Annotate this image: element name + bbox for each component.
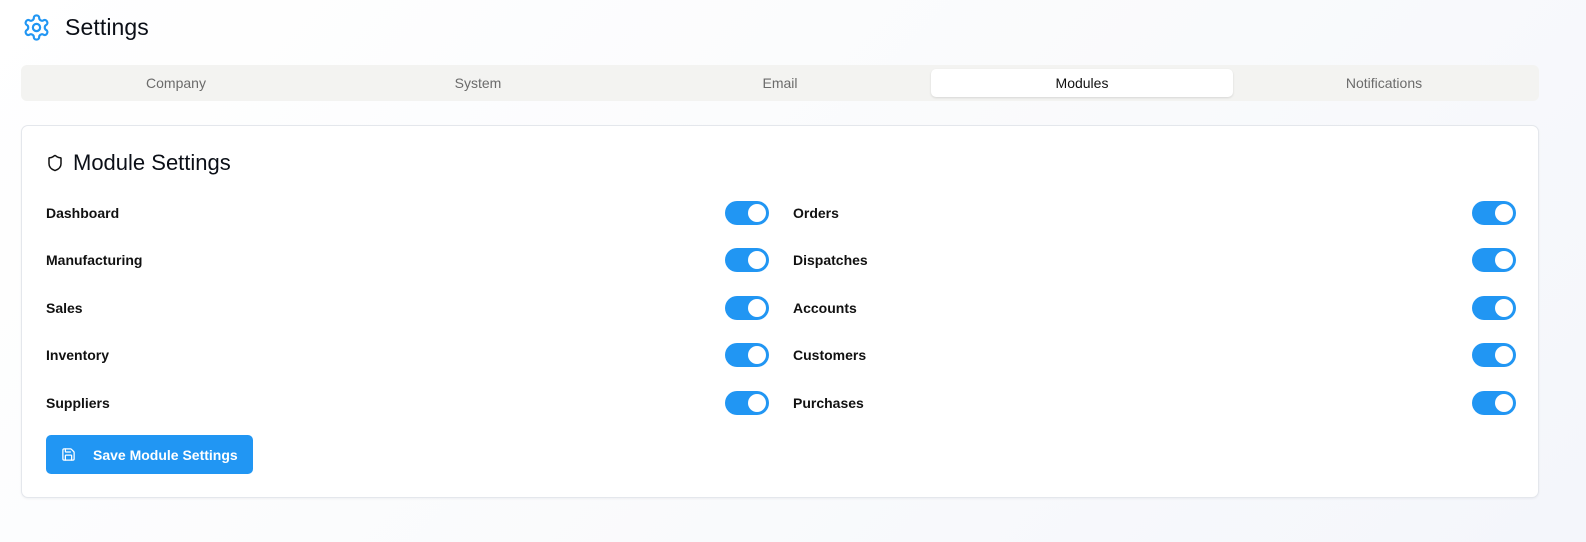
page-title: Settings: [65, 13, 149, 40]
module-label: Manufacturing: [46, 252, 143, 269]
toggle-suppliers[interactable]: [725, 390, 769, 415]
toggle-knob: [748, 393, 766, 412]
toggle-inventory[interactable]: [725, 343, 769, 368]
toggle-accounts[interactable]: [1472, 295, 1516, 320]
module-label: Customers: [793, 347, 867, 364]
settings-tabs: Company System Email Modules Notificatio…: [21, 65, 1539, 101]
settings-page: Settings Company System Email Modules No…: [0, 0, 1586, 542]
module-row-accounts: Accounts: [793, 284, 1516, 332]
card-header: Module Settings: [46, 148, 231, 178]
toggle-dashboard[interactable]: [725, 200, 769, 225]
tab-system[interactable]: System: [327, 69, 629, 97]
toggle-knob: [748, 346, 766, 365]
toggle-orders[interactable]: [1472, 200, 1516, 225]
toggle-knob: [748, 298, 766, 317]
module-label: Orders: [793, 204, 839, 221]
tab-company[interactable]: Company: [25, 69, 327, 97]
module-label: Accounts: [793, 299, 857, 316]
toggle-customers[interactable]: [1472, 343, 1516, 368]
save-icon: [62, 448, 75, 461]
module-toggle-grid: Dashboard Manufacturing Sales Inventory …: [46, 189, 1516, 427]
modules-right-column: Orders Dispatches Accounts Customers Pur…: [793, 189, 1516, 427]
toggle-sales[interactable]: [725, 295, 769, 320]
module-label: Purchases: [793, 394, 864, 411]
module-row-inventory: Inventory: [46, 332, 769, 380]
module-label: Dispatches: [793, 252, 868, 269]
module-row-purchases: Purchases: [793, 379, 1516, 427]
toggle-dispatches[interactable]: [1472, 248, 1516, 273]
tab-modules[interactable]: Modules: [931, 69, 1233, 97]
module-row-orders: Orders: [793, 189, 1516, 237]
tab-email[interactable]: Email: [629, 69, 931, 97]
toggle-knob: [1495, 251, 1513, 270]
toggle-knob: [748, 251, 766, 270]
module-row-sales: Sales: [46, 284, 769, 332]
toggle-knob: [1495, 393, 1513, 412]
module-row-customers: Customers: [793, 332, 1516, 380]
save-button-label: Save Module Settings: [93, 446, 238, 463]
module-label: Suppliers: [46, 394, 110, 411]
module-label: Inventory: [46, 347, 110, 364]
toggle-purchases[interactable]: [1472, 390, 1516, 415]
modules-left-column: Dashboard Manufacturing Sales Inventory …: [46, 189, 769, 427]
toggle-knob: [748, 203, 766, 222]
tab-notifications[interactable]: Notifications: [1233, 69, 1535, 97]
toggle-knob: [1495, 203, 1513, 222]
toggle-knob: [1495, 298, 1513, 317]
module-settings-card: Module Settings Dashboard Manufacturing …: [21, 125, 1539, 498]
gear-icon: [24, 13, 49, 41]
module-label: Sales: [46, 299, 83, 316]
card-title: Module Settings: [73, 150, 231, 175]
module-row-dashboard: Dashboard: [46, 189, 769, 237]
module-row-manufacturing: Manufacturing: [46, 237, 769, 285]
module-row-dispatches: Dispatches: [793, 237, 1516, 285]
shield-icon: [48, 154, 62, 172]
toggle-knob: [1495, 346, 1513, 365]
save-module-settings-button[interactable]: Save Module Settings: [46, 435, 253, 474]
module-row-suppliers: Suppliers: [46, 379, 769, 427]
toggle-manufacturing[interactable]: [725, 248, 769, 273]
page-header: Settings: [22, 10, 149, 44]
module-label: Dashboard: [46, 204, 120, 221]
